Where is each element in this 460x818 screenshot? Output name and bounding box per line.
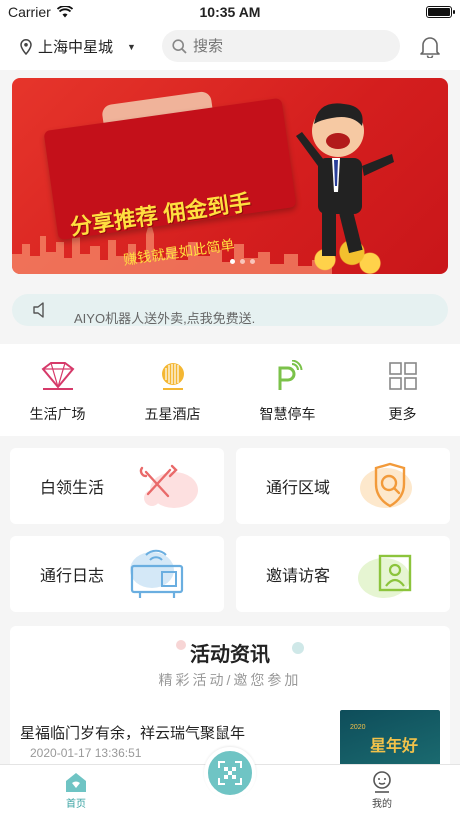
news-section-subtitle: 精彩活动/邀您参加 [158,672,302,688]
service-card-invite-visitor[interactable]: 邀请访客 [236,536,450,612]
tools-icon [139,464,198,508]
location-label: 上海中星城 [38,39,114,56]
home-icon [66,773,86,792]
service-card-label: 邀请访客 [266,568,331,585]
notification-button[interactable] [420,36,440,63]
parking-icon [278,360,302,390]
quick-entry-label: 智慧停车 [259,406,316,422]
scan-code-icon [218,761,242,785]
quick-entry-label: 五星酒店 [144,406,201,422]
search-bar[interactable] [162,30,400,62]
thumbnail-text: 星年好 [370,736,419,755]
service-card-white-collar-life[interactable]: 白领生活 [10,448,224,524]
search-input[interactable] [193,37,373,55]
quick-entry-hotel[interactable]: 五星酒店 [115,344,230,436]
chevron-down-icon: ▼ [127,41,136,52]
battery-icon [426,6,455,18]
notice-text: AIYO机器人送外卖,点我免费送. [74,310,256,326]
speaker-icon [33,302,44,318]
shield-search-icon [360,462,412,508]
life-plaza-logo-icon [41,362,74,390]
thumbnail-year: 2020 [350,724,366,731]
tab-label: 我的 [372,799,392,810]
access-device-icon [130,549,184,598]
quick-entry-life-plaza[interactable]: 生活广场 [0,344,115,436]
pagination-dot[interactable] [250,259,255,264]
user-profile-icon [373,771,391,793]
promo-banner[interactable]: 分享推荐 佣金到手 赚钱就是如此简单 [12,78,448,274]
quick-entry-parking[interactable]: 智慧停车 [230,344,345,436]
quick-entry-label: 更多 [388,406,417,422]
service-card-label: 白领生活 [40,480,105,497]
notice-bar[interactable]: AIYO机器人送外卖,点我免费送. [12,294,448,326]
scan-button[interactable] [204,747,256,799]
hotel-logo-icon [161,363,184,390]
tab-home[interactable]: 首页 [46,771,106,810]
grid-more-icon [388,362,417,390]
location-selector[interactable]: 上海中星城 ▼ [20,36,136,57]
location-pin-icon [20,38,32,55]
quick-entry-more[interactable]: 更多 [345,344,460,436]
news-section-title: 活动资讯 [190,644,270,666]
businessman-illustration [296,103,394,256]
bottom-tab-bar: 首页 我的 [0,747,460,818]
quick-entry-grid: 生活广场 五星酒店 智慧停车 更多 [0,344,460,436]
quick-entry-label: 生活广场 [29,406,86,422]
news-item-title: 星福临门岁有余，祥云瑞气聚鼠年 [20,725,246,742]
news-item-thumbnail: 2020 星年好 [340,710,440,768]
tab-mine[interactable]: 我的 [352,771,412,810]
top-bar: 上海中星城 ▼ [0,24,460,70]
service-card-access-area[interactable]: 通行区域 [236,448,450,524]
news-item-date: 2020-01-17 13:36:51 [30,746,142,760]
visitor-card-icon [358,554,412,598]
search-icon [172,38,187,54]
service-card-access-log[interactable]: 通行日志 [10,536,224,612]
service-card-label: 通行日志 [40,568,105,585]
status-bar: Carrier 10:35 AM [0,0,460,24]
clock: 10:35 AM [199,4,261,20]
bell-icon [420,37,440,59]
service-card-label: 通行区域 [266,480,331,497]
pagination-dot[interactable] [240,259,245,264]
tab-label: 首页 [66,799,86,810]
banner-pagination [230,259,255,264]
pagination-dot[interactable] [230,259,235,264]
